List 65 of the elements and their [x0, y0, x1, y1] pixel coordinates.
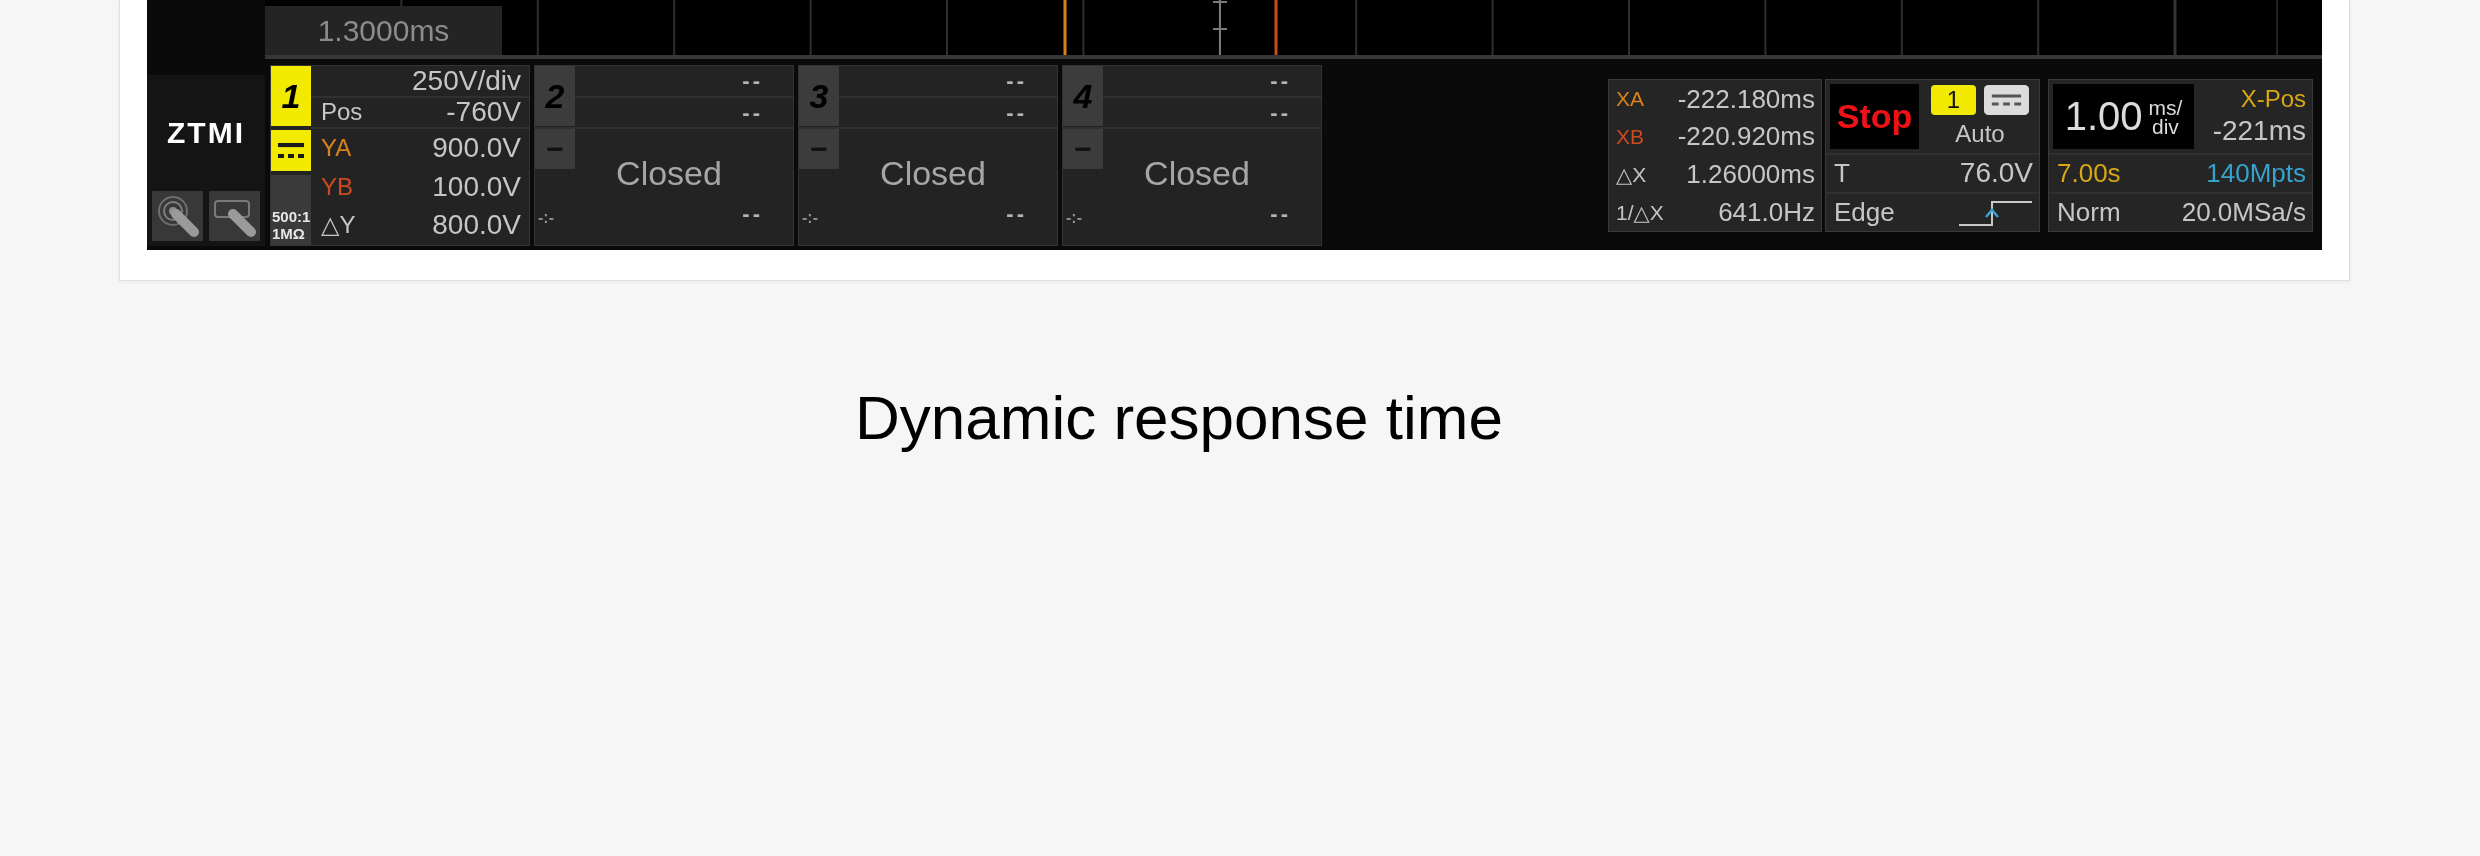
- acquisition-duration: 7.00s: [2057, 159, 2121, 188]
- cursor-value: -222.180ms: [1677, 84, 1815, 114]
- trigger-level-value: 76.0V: [1959, 158, 2033, 189]
- scale-readout: --: [742, 70, 763, 92]
- x-position-value: -221ms: [2212, 116, 2306, 148]
- touch-knob-button[interactable]: [152, 191, 203, 241]
- memory-depth: 140Mpts: [2206, 159, 2306, 188]
- trigger-type: Edge: [1834, 198, 1895, 227]
- i-beam-marker-icon: [1212, 0, 1228, 55]
- channel-toggle[interactable]: 1: [271, 66, 311, 126]
- dc-coupling-icon[interactable]: [271, 130, 311, 171]
- scale-readout: --: [1270, 70, 1291, 92]
- position-label: Pos: [321, 99, 363, 126]
- probe-ratio: -:-: [801, 209, 819, 227]
- coupling-icon[interactable]: [1984, 85, 2029, 115]
- channel-status: Closed: [1144, 156, 1250, 190]
- delta-value: --: [1270, 203, 1291, 225]
- coupling-toggle[interactable]: −: [535, 129, 575, 169]
- probe-ratio: 500:1: [272, 208, 311, 225]
- cursor-label: YB: [321, 173, 353, 201]
- cursor-value: 800.0V: [432, 210, 521, 242]
- cursor-value: 100.0V: [432, 171, 521, 203]
- delta-value: --: [742, 203, 763, 225]
- acquisition-mode: Norm: [2057, 198, 2121, 227]
- figure-caption: Dynamic response time: [855, 383, 1503, 452]
- cursor-readout: 1.3000ms: [265, 6, 502, 55]
- cursor-label: YA: [321, 135, 352, 162]
- scale-readout: --: [1006, 70, 1027, 92]
- channel-status: Closed: [616, 156, 722, 190]
- cursor-label: XA: [1616, 87, 1644, 111]
- cursor-label: △X: [1616, 162, 1647, 186]
- x-position-label: X-Pos: [2240, 85, 2306, 113]
- cursor-label: △Y: [321, 212, 356, 239]
- delta-value: --: [1006, 203, 1027, 225]
- cursor-value: 1.26000ms: [1686, 160, 1815, 189]
- cursor-value: 900.0V: [432, 132, 521, 164]
- finger-circle-icon: [155, 194, 200, 238]
- trigger-mode: Auto: [1955, 120, 2005, 147]
- probe-ratio: -:-: [537, 209, 555, 227]
- position-value: --: [742, 101, 763, 124]
- channel-toggle[interactable]: 2: [535, 66, 575, 126]
- cursor-value: 641.0Hz: [1718, 197, 1815, 227]
- input-impedance: 1MΩ: [272, 225, 306, 242]
- sample-rate: 20.0MSa/s: [2181, 198, 2306, 227]
- probe-ratio: -:-: [1065, 209, 1083, 227]
- position-value: -760V: [446, 97, 521, 128]
- cursor-value: -220.920ms: [1677, 122, 1815, 151]
- position-value: --: [1270, 101, 1291, 124]
- logo: ZTMI: [167, 118, 245, 148]
- channel-toggle[interactable]: 3: [799, 66, 839, 126]
- cursor-line[interactable]: [1274, 0, 1278, 55]
- cursor-label: XB: [1616, 125, 1644, 149]
- position-value: --: [1006, 101, 1027, 124]
- channel-status: Closed: [880, 156, 986, 190]
- coupling-toggle[interactable]: −: [799, 129, 839, 169]
- coupling-toggle[interactable]: −: [1063, 129, 1103, 169]
- scale-readout: 250V/div: [412, 65, 521, 97]
- trigger-level-label: T: [1834, 159, 1850, 188]
- trigger-source[interactable]: 1: [1931, 85, 1976, 115]
- cursor-line[interactable]: [1063, 0, 1067, 55]
- probe-panel[interactable]: 500:1 1MΩ: [271, 175, 311, 245]
- channel-toggle[interactable]: 4: [1063, 66, 1103, 126]
- cursor-label: 1/△X: [1616, 200, 1664, 224]
- touch-button-button[interactable]: [209, 191, 260, 241]
- run-stop-button[interactable]: Stop: [1830, 84, 1919, 149]
